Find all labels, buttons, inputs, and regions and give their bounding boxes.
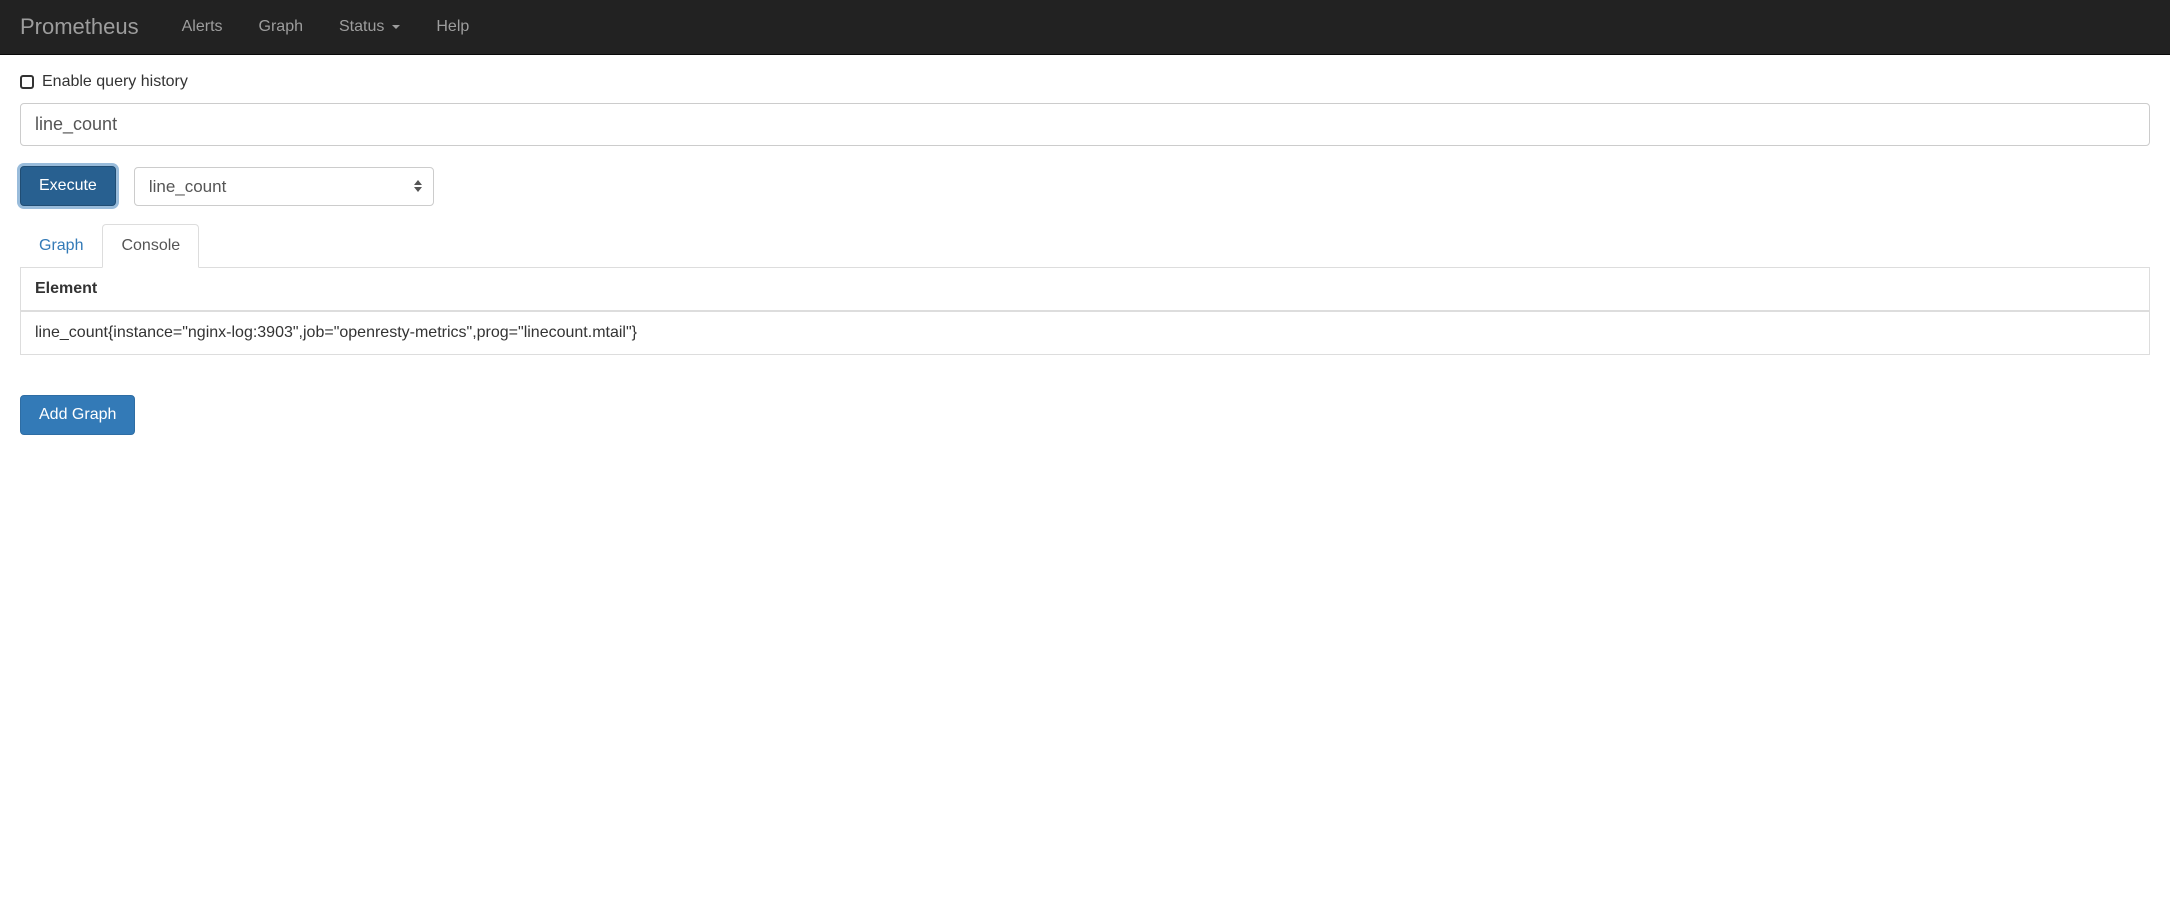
main-container: Enable query history Execute line_count … bbox=[0, 55, 2170, 435]
navbar: Prometheus Alerts Graph Status Help bbox=[0, 0, 2170, 55]
tab-graph[interactable]: Graph bbox=[20, 224, 102, 268]
caret-down-icon bbox=[392, 25, 400, 29]
enable-history-label: Enable query history bbox=[42, 73, 188, 91]
results-table: Element line_count{instance="nginx-log:3… bbox=[21, 268, 2149, 354]
nav-help[interactable]: Help bbox=[418, 3, 487, 51]
controls-row: Execute line_count bbox=[20, 166, 2150, 206]
table-row: line_count{instance="nginx-log:3903",job… bbox=[21, 311, 2149, 354]
execute-button[interactable]: Execute bbox=[20, 166, 116, 206]
enable-history-checkbox[interactable] bbox=[20, 75, 34, 89]
navbar-brand[interactable]: Prometheus bbox=[15, 0, 154, 54]
metric-select-wrapper: line_count bbox=[134, 167, 434, 206]
nav-graph[interactable]: Graph bbox=[241, 3, 321, 51]
results-panel: Element line_count{instance="nginx-log:3… bbox=[20, 268, 2150, 355]
add-graph-wrap: Add Graph bbox=[20, 395, 2150, 435]
expression-input[interactable] bbox=[20, 103, 2150, 146]
enable-history-row: Enable query history bbox=[20, 55, 2150, 103]
results-header-element: Element bbox=[21, 268, 2149, 311]
metric-select[interactable]: line_count bbox=[134, 167, 434, 206]
result-tabs: Graph Console bbox=[20, 224, 2150, 268]
nav-status-dropdown[interactable]: Status bbox=[321, 3, 418, 51]
navbar-nav: Alerts Graph Status Help bbox=[164, 3, 488, 51]
add-graph-button[interactable]: Add Graph bbox=[20, 395, 135, 435]
nav-alerts[interactable]: Alerts bbox=[164, 3, 241, 51]
result-element-cell: line_count{instance="nginx-log:3903",job… bbox=[21, 311, 2149, 354]
tab-console[interactable]: Console bbox=[102, 224, 199, 268]
nav-status-label: Status bbox=[339, 18, 384, 36]
